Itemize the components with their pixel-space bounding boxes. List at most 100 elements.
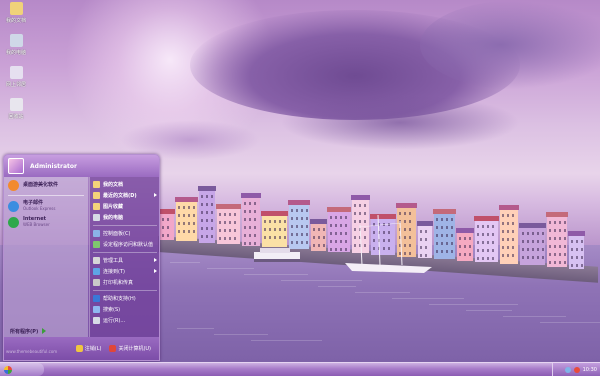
window (296, 209, 298, 212)
all-programs-label: 所有程序(P) (10, 328, 39, 335)
window (188, 206, 190, 209)
window (206, 211, 208, 214)
pinned-program[interactable]: 桌面游美化软件 (4, 177, 88, 193)
start-menu-place[interactable]: 连接到(T) (90, 266, 159, 277)
window (206, 195, 208, 198)
start-menu-place[interactable]: 管理工具 (90, 255, 159, 266)
window (211, 227, 213, 230)
start-menu-place[interactable]: 打印机和传真 (90, 277, 159, 288)
desktop-icon[interactable]: 网上邻居 (2, 66, 30, 88)
window (323, 228, 325, 231)
window (291, 233, 293, 236)
logoff-button[interactable]: 注销(L) (75, 345, 101, 352)
window (229, 221, 231, 224)
window (224, 237, 226, 240)
window (527, 256, 529, 259)
window (512, 230, 514, 233)
window (301, 209, 303, 212)
window (477, 241, 479, 244)
all-programs-button[interactable]: 所有程序(P) (4, 325, 94, 337)
start-menu-place[interactable]: 帮助和支持(H) (90, 293, 159, 304)
shutdown-button[interactable]: 关闭计算机(U) (109, 345, 151, 352)
system-tray: 10:30 (552, 363, 600, 376)
run-icon (93, 317, 100, 324)
pinned-program[interactable]: 电子邮件 Outlook Express (4, 198, 88, 214)
window (224, 213, 226, 216)
window (323, 236, 325, 239)
window (188, 230, 190, 233)
arrow-right-icon (42, 328, 47, 334)
window (477, 225, 479, 228)
water-ripple (429, 304, 518, 305)
pinned-program[interactable]: Internet WEB Browser (4, 214, 88, 230)
window (502, 214, 504, 217)
window (249, 226, 251, 229)
window (249, 210, 251, 213)
start-menu-place[interactable]: 设定程序访问和默认值 (90, 239, 159, 250)
window (522, 232, 524, 235)
clock[interactable]: 10:30 (583, 367, 597, 373)
window (451, 226, 453, 229)
window (441, 242, 443, 245)
window (313, 228, 315, 231)
start-menu-place[interactable]: 搜索(S) (90, 304, 159, 315)
window (296, 233, 298, 236)
window (254, 234, 256, 237)
pinned-program-title: 桌面游美化软件 (23, 182, 59, 188)
window (527, 248, 529, 251)
window (178, 206, 180, 209)
water-ripple (170, 262, 200, 263)
window (487, 257, 489, 260)
window (188, 214, 190, 217)
network-tray-icon[interactable] (564, 366, 571, 373)
user-avatar[interactable] (8, 158, 24, 174)
window (229, 237, 231, 240)
window (507, 246, 509, 249)
recycle-bin-icon (9, 98, 23, 111)
roof (288, 200, 310, 205)
window (234, 237, 236, 240)
start-menu-place[interactable]: 运行(R)... (90, 315, 159, 326)
start-menu-place[interactable]: 我的文档 (90, 179, 159, 190)
window (502, 238, 504, 241)
window (211, 235, 213, 238)
window (507, 222, 509, 225)
desktop-icon-label: 网上邻居 (5, 82, 26, 88)
window (264, 228, 266, 231)
window (559, 221, 561, 224)
place-label: 搜索(S) (103, 307, 121, 313)
window (318, 236, 320, 239)
window (306, 225, 308, 228)
start-menu-place[interactable]: 最近的文档(D) (90, 190, 159, 201)
window (576, 240, 578, 243)
desktop-icon[interactable]: 我的文档 (2, 2, 30, 24)
place-label: 图片收藏 (103, 204, 124, 210)
roof (351, 195, 370, 200)
start-button[interactable] (0, 363, 44, 376)
window (549, 253, 551, 256)
start-menu-place[interactable]: 图片收藏 (90, 201, 159, 212)
window (537, 256, 539, 259)
window (446, 226, 448, 229)
window (211, 195, 213, 198)
start-menu-place[interactable]: 控制面板(C) (90, 228, 159, 239)
water-ripple (214, 334, 268, 335)
window (487, 241, 489, 244)
window (206, 203, 208, 206)
program-access-icon (93, 241, 100, 248)
submenu-arrow-icon (154, 258, 157, 262)
window (313, 244, 315, 247)
roof (456, 228, 474, 233)
roof (159, 209, 175, 214)
place-label: 我的电脑 (103, 215, 124, 221)
place-label: 我的文档 (103, 182, 124, 188)
roof (216, 204, 241, 209)
security-tray-icon[interactable] (573, 366, 580, 373)
window (269, 236, 271, 239)
desktop-icon[interactable]: 回收站 (2, 98, 30, 120)
window (564, 245, 566, 248)
window (306, 233, 308, 236)
desktop-icon[interactable]: 我的电脑 (2, 34, 30, 56)
start-menu-place[interactable]: 我的电脑 (90, 212, 159, 223)
window (492, 257, 494, 260)
